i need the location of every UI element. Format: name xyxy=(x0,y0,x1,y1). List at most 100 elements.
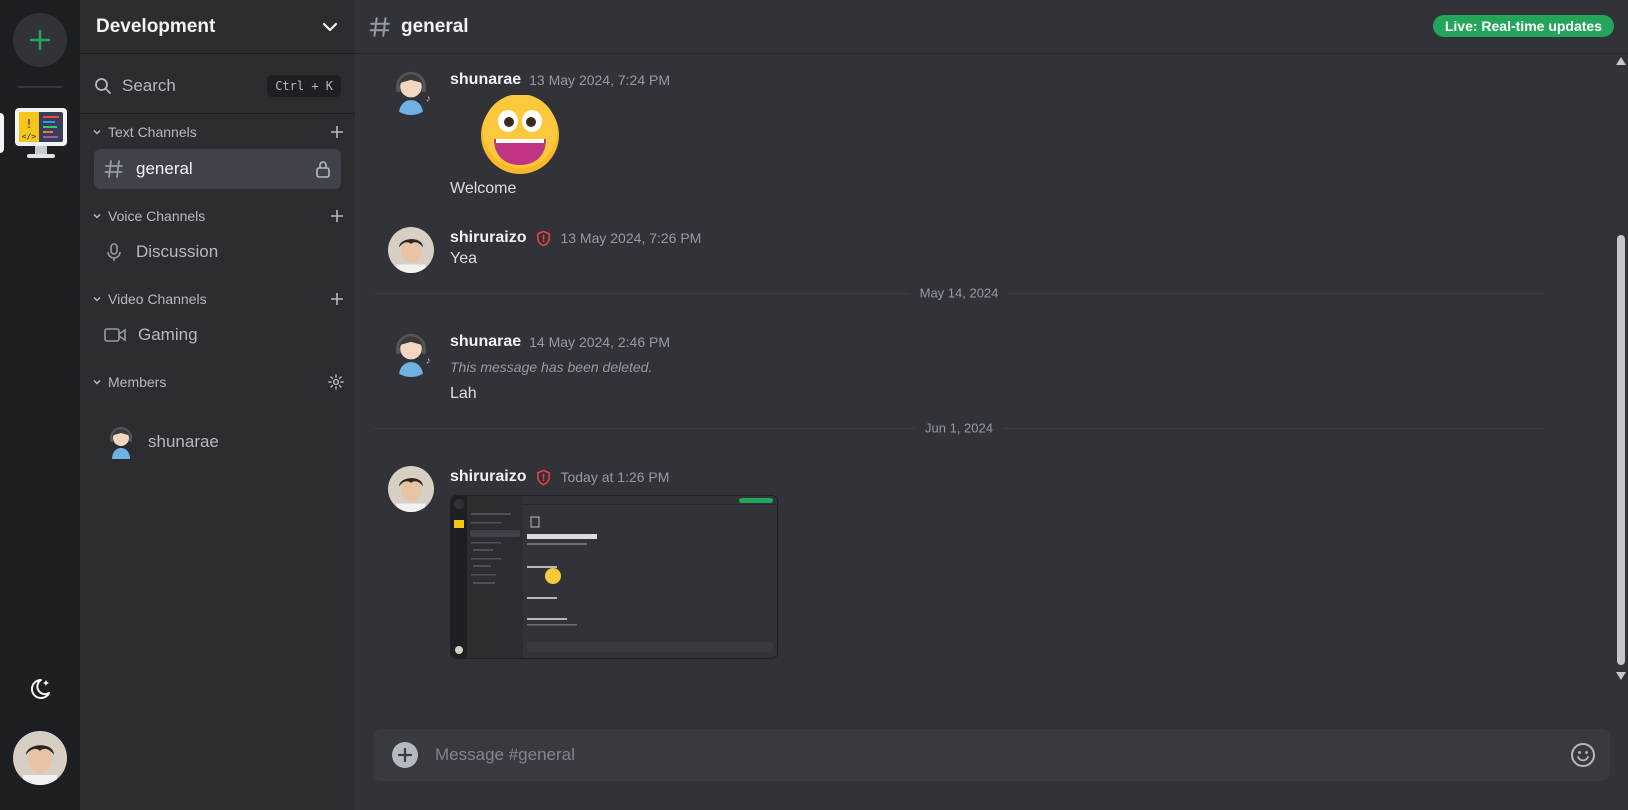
server-name: Development xyxy=(96,15,216,37)
message-author[interactable]: shiruraizo xyxy=(450,229,526,247)
category-text-channels[interactable]: Text Channels xyxy=(92,121,344,143)
search-icon xyxy=(95,78,111,94)
plus-icon[interactable] xyxy=(330,125,344,139)
scroll-up-arrow-icon[interactable] xyxy=(1616,57,1626,65)
grinning-face-emoji-icon xyxy=(481,95,559,174)
channel-header: general Live: Real-time updates xyxy=(355,0,1628,54)
message-text: Welcome xyxy=(450,180,517,197)
scrollbar[interactable] xyxy=(1614,55,1628,711)
rail-separator xyxy=(18,86,62,88)
channel-label: Discussion xyxy=(136,242,219,261)
theme-toggle-button[interactable] xyxy=(27,676,53,702)
sidebar-separator xyxy=(80,113,355,114)
message-author[interactable]: shunarae xyxy=(450,71,521,89)
member-shunarae[interactable]: ♪ shunarae xyxy=(104,422,219,462)
avatar[interactable] xyxy=(388,466,434,512)
add-server-button[interactable] xyxy=(13,13,67,67)
channel-label: general xyxy=(136,159,193,178)
channel-general[interactable]: general xyxy=(94,149,341,189)
chevron-down-icon xyxy=(93,129,101,135)
category-label: Voice Channels xyxy=(108,208,206,224)
search-shortcut: Ctrl + K xyxy=(267,75,341,97)
moderator-shield-icon xyxy=(537,469,551,485)
category-voice-channels[interactable]: Voice Channels xyxy=(92,205,344,227)
chevron-down-icon xyxy=(93,379,101,385)
member-avatar: ♪ xyxy=(110,427,137,459)
chevron-down-icon xyxy=(93,296,101,302)
category-label: Text Channels xyxy=(108,124,197,140)
chat-area: general Live: Real-time updates ♪ shunar… xyxy=(355,0,1628,810)
message-input[interactable] xyxy=(435,745,1570,765)
member-name: shunarae xyxy=(148,432,219,451)
deleted-message-notice: This message has been deleted. xyxy=(450,359,653,375)
moderator-shield-icon xyxy=(537,230,551,246)
channel-sidebar: Development Search Ctrl + K Text Channel… xyxy=(80,0,355,810)
moon-stars-icon xyxy=(30,678,50,699)
shiruraizo-avatar-icon xyxy=(388,466,434,512)
add-attachment-icon[interactable] xyxy=(391,741,419,769)
message-list: ♪ shunarae 13 May 2024, 7:24 PM Welcome … xyxy=(355,55,1628,711)
lock-icon xyxy=(316,161,330,178)
message-header: shunarae 13 May 2024, 7:24 PM xyxy=(450,71,670,89)
category-label: Video Channels xyxy=(108,291,207,307)
shunarae-avatar-icon: ♪ xyxy=(396,333,431,377)
channel-gaming[interactable]: Gaming xyxy=(94,315,341,355)
message-header: shunarae 14 May 2024, 2:46 PM xyxy=(450,333,670,351)
avatar[interactable]: ♪ xyxy=(388,69,434,115)
avatar[interactable]: ♪ xyxy=(388,331,434,377)
date-divider-label: May 14, 2024 xyxy=(909,285,1009,301)
video-icon xyxy=(104,328,126,342)
date-divider-label: Jun 1, 2024 xyxy=(915,420,1003,436)
app-root: ! </> Development Search Ctrl + K Text C… xyxy=(0,0,1628,810)
shunarae-avatar-icon: ♪ xyxy=(396,71,431,115)
server-header[interactable]: Development xyxy=(80,0,355,54)
svg-text:!: ! xyxy=(25,117,32,131)
message-text: Yea xyxy=(450,250,477,267)
plus-icon[interactable] xyxy=(330,209,344,223)
svg-text:♪: ♪ xyxy=(426,93,431,104)
message-header: shiruraizo Today at 1:26 PM xyxy=(450,468,669,486)
svg-text:♪: ♪ xyxy=(426,355,431,366)
user-avatar[interactable] xyxy=(13,731,67,785)
shiruraizo-avatar-icon xyxy=(388,227,434,273)
message-timestamp: 13 May 2024, 7:24 PM xyxy=(529,72,671,88)
message-timestamp: 14 May 2024, 2:46 PM xyxy=(529,334,671,350)
search-label: Search xyxy=(122,76,176,95)
message-timestamp: Today at 1:26 PM xyxy=(560,469,670,485)
message-author[interactable]: shiruraizo xyxy=(450,468,526,486)
search-button[interactable]: Search Ctrl + K xyxy=(94,70,341,102)
chevron-down-icon xyxy=(93,213,101,219)
chevron-down-icon[interactable] xyxy=(321,18,339,36)
server-rail: ! </> xyxy=(0,0,80,810)
user-photo-icon xyxy=(13,731,67,785)
image-attachment[interactable] xyxy=(450,495,778,659)
avatar[interactable] xyxy=(388,227,434,273)
screenshot-thumbnail xyxy=(451,496,777,658)
plus-icon xyxy=(29,29,51,51)
message-header: shiruraizo 13 May 2024, 7:26 PM xyxy=(450,229,701,247)
plus-icon[interactable] xyxy=(330,292,344,306)
monitor-code-icon: ! </> xyxy=(15,108,67,158)
server-selected-indicator xyxy=(0,113,4,153)
gear-icon[interactable] xyxy=(328,374,344,390)
channel-discussion[interactable]: Discussion xyxy=(94,232,341,272)
category-video-channels[interactable]: Video Channels xyxy=(92,288,344,310)
svg-text:♪: ♪ xyxy=(133,444,137,451)
mic-icon xyxy=(107,243,121,261)
message-text: Lah xyxy=(450,385,477,402)
category-members[interactable]: Members xyxy=(92,371,344,393)
emoji-picker-icon[interactable] xyxy=(1570,742,1596,768)
date-divider: May 14, 2024 xyxy=(374,285,1544,301)
message-author[interactable]: shunarae xyxy=(450,333,521,351)
date-divider: Jun 1, 2024 xyxy=(374,420,1544,436)
message-timestamp: 13 May 2024, 7:26 PM xyxy=(560,230,702,246)
hash-icon xyxy=(369,16,390,37)
channel-title: general xyxy=(401,15,469,37)
svg-text:</>: </> xyxy=(22,132,37,141)
scroll-down-arrow-icon[interactable] xyxy=(1616,672,1626,680)
hash-icon xyxy=(104,160,123,178)
scroll-thumb[interactable] xyxy=(1617,235,1625,665)
channel-label: Gaming xyxy=(138,325,198,344)
server-icon-development[interactable]: ! </> xyxy=(13,106,69,162)
message-composer xyxy=(373,729,1610,781)
